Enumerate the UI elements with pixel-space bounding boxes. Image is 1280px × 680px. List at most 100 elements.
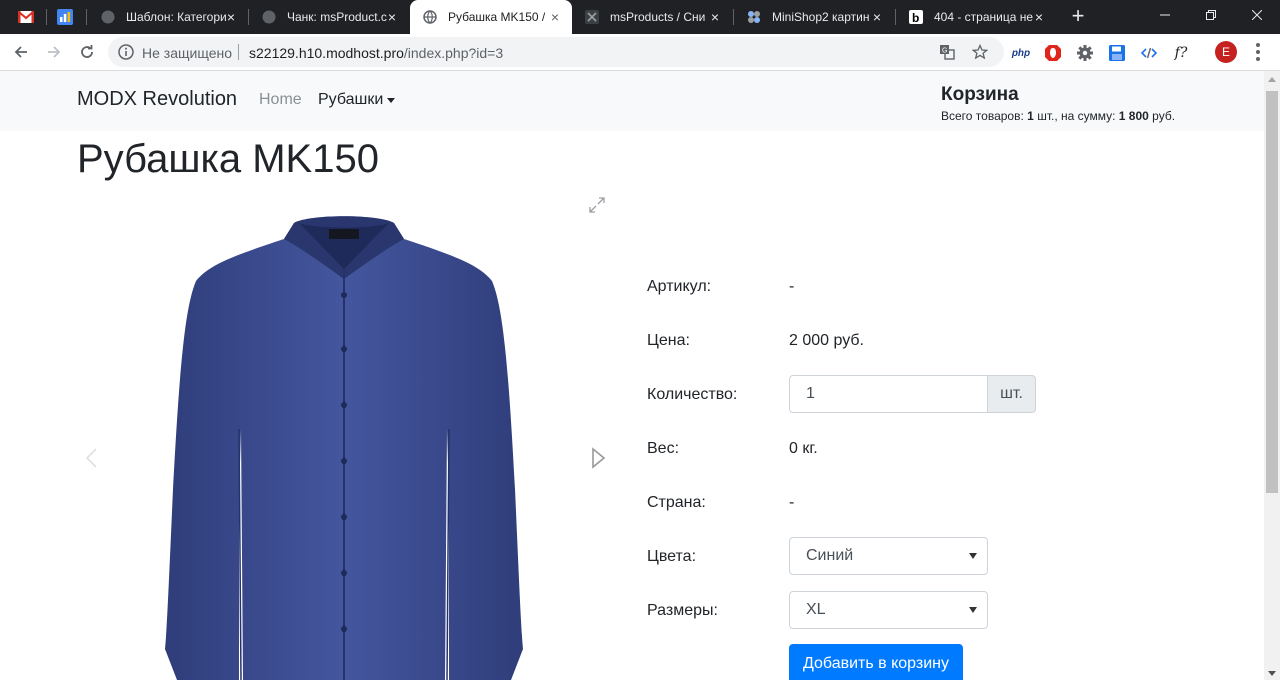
cart-title: Корзина — [941, 84, 1019, 105]
profile-avatar[interactable]: E — [1215, 41, 1237, 63]
close-icon — [1252, 10, 1262, 20]
sizes-select[interactable]: XL — [789, 591, 988, 629]
php-extension-label: php — [1011, 47, 1031, 59]
minishop-icon — [748, 11, 760, 23]
tab-title: 404 - страница не — [934, 10, 1034, 24]
prop-price-label: Цена: — [647, 332, 690, 349]
browser-toolbar: Не защищено s22129.h10.modhost.pro/index… — [0, 34, 1280, 71]
chevron-down-icon — [969, 607, 977, 613]
settings-extension-button[interactable] — [1074, 42, 1096, 64]
tab-title: Чанк: msProduct.c — [287, 10, 387, 24]
arrow-left-icon[interactable] — [84, 447, 100, 469]
close-icon[interactable]: × — [708, 10, 722, 24]
restore-button[interactable] — [1188, 0, 1234, 30]
tab-shirt-mk150[interactable]: Рубашка MK150 / × — [410, 0, 572, 34]
arrow-right-icon[interactable] — [589, 447, 607, 469]
prop-country-label: Страна: — [647, 494, 706, 511]
function-extension-button[interactable]: f? — [1170, 42, 1192, 64]
arrow-forward-icon — [48, 46, 61, 58]
back-button[interactable] — [9, 40, 33, 64]
expand-icon[interactable] — [588, 196, 606, 214]
prop-price-value: 2 000 руб. — [789, 332, 864, 349]
tab-chunk-msproduct[interactable]: Чанк: msProduct.c × — [249, 0, 409, 34]
site-brand[interactable]: MODX Revolution — [77, 88, 237, 111]
tab-separator — [86, 9, 87, 25]
pinned-tab-gmail[interactable] — [8, 0, 44, 34]
browser-tabbar: Шаблон: Категори × Чанк: msProduct.c × Р… — [0, 0, 1280, 34]
colors-select[interactable]: Синий — [789, 537, 988, 575]
cart-summary: Всего товаров: 1 шт., на сумму: 1 800 ру… — [941, 109, 1175, 123]
tab-404[interactable]: b 404 - страница не × — [896, 0, 1056, 34]
caret-down-icon — [387, 97, 396, 103]
close-icon[interactable]: × — [224, 10, 238, 24]
globe-icon — [423, 10, 437, 24]
url-host: s22129.h10.modhost.pro — [249, 45, 404, 61]
info-icon[interactable] — [118, 44, 134, 60]
close-icon[interactable]: × — [548, 10, 562, 24]
security-label: Не защищено — [142, 45, 232, 61]
pinned-tab-analytics[interactable] — [47, 0, 83, 34]
page-viewport: MODX Revolution Home Рубашки Корзина Все… — [0, 71, 1264, 680]
close-icon[interactable]: × — [870, 10, 884, 24]
adblock-extension-button[interactable] — [1042, 42, 1064, 64]
quantity-unit: шт. — [987, 375, 1036, 413]
gear-icon — [1077, 45, 1093, 61]
quantity-input[interactable]: 1 — [789, 375, 988, 413]
tab-title: MiniShop2 картин — [772, 10, 870, 24]
translate-button[interactable]: G — [938, 43, 956, 61]
close-window-button[interactable] — [1234, 0, 1280, 30]
tab-template-category[interactable]: Шаблон: Категори × — [88, 0, 248, 34]
nav-dropdown-label: Рубашки — [318, 91, 384, 108]
chevron-down-icon — [969, 553, 977, 559]
save-extension-button[interactable] — [1106, 42, 1128, 64]
scroll-up-icon[interactable] — [1268, 77, 1276, 82]
product-image[interactable] — [159, 199, 529, 680]
browser-menu-button[interactable] — [1252, 41, 1264, 63]
php-extension-button[interactable]: php — [1010, 42, 1032, 64]
add-to-cart-button[interactable]: Добавить в корзину — [789, 644, 963, 680]
globe-icon — [262, 10, 276, 24]
prop-colors-label: Цвета: — [647, 548, 697, 565]
cart-items-count: 1 — [1027, 109, 1034, 123]
cart-currency: руб. — [1152, 109, 1176, 123]
product-gallery — [77, 191, 617, 680]
globe-icon — [101, 10, 115, 24]
gmail-icon — [18, 11, 34, 23]
shield-icon — [1045, 45, 1061, 61]
nav-link-home[interactable]: Home — [259, 91, 302, 109]
page-title: Рубашка MK150 — [77, 137, 379, 181]
new-tab-button[interactable]: + — [1066, 5, 1090, 29]
translate-icon: G — [940, 45, 955, 60]
address-bar[interactable]: Не защищено s22129.h10.modhost.pro/index… — [108, 37, 1004, 67]
close-icon[interactable]: × — [1032, 10, 1046, 24]
function-extension-label: f? — [1174, 45, 1188, 61]
prop-qty-label: Количество: — [647, 386, 738, 403]
sizes-select-value: XL — [806, 601, 826, 618]
close-icon[interactable]: × — [385, 10, 399, 24]
forward-button[interactable] — [42, 40, 66, 64]
floppy-icon — [1109, 45, 1125, 61]
reload-icon — [81, 45, 93, 58]
prop-weight-label: Вес: — [647, 440, 680, 457]
minimize-button[interactable] — [1142, 0, 1188, 30]
page-scrollbar[interactable] — [1264, 71, 1280, 680]
omnibox-divider — [238, 44, 239, 60]
cart-total: 1 800 — [1118, 109, 1149, 123]
arrow-back-icon — [14, 46, 27, 58]
restore-icon — [1206, 10, 1216, 20]
tab-minishop2[interactable]: MiniShop2 картин × — [734, 0, 894, 34]
bookmark-star-button[interactable] — [971, 43, 989, 61]
tab-msproducts[interactable]: msProducts / Сни × — [572, 0, 732, 34]
reload-button[interactable] — [75, 40, 99, 64]
cart-items-label: Всего товаров: — [941, 109, 1024, 123]
devtools-extension-button[interactable] — [1138, 42, 1160, 64]
scroll-down-icon[interactable] — [1268, 671, 1276, 676]
code-icon — [1141, 47, 1157, 59]
b-icon: b — [909, 10, 923, 24]
nav-dropdown-shirts[interactable]: Рубашки — [318, 91, 396, 109]
prop-weight-value: 0 кг. — [789, 440, 818, 457]
prop-sizes-label: Размеры: — [647, 602, 718, 619]
app-icon — [585, 10, 599, 24]
scroll-thumb[interactable] — [1266, 91, 1278, 493]
url-path: /index.php?id=3 — [403, 45, 504, 61]
